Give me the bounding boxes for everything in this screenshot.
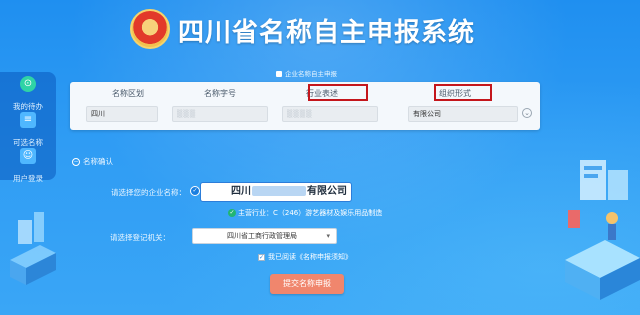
section-title: 名称确认 xyxy=(83,157,113,166)
expand-chevron-icon[interactable]: ⌄ xyxy=(522,108,532,118)
name-composition-card: 名称区划 名称字号 行业表述 组织形式 四川 ▒▒▒ ▒▒▒▒ 有限公司 ⌄ xyxy=(70,82,540,130)
annotation-highlight-org-form xyxy=(434,84,492,101)
nav-item-todo[interactable]: ⊙ 我的待办 xyxy=(0,76,56,113)
success-check-icon: ✓ xyxy=(228,209,236,217)
redacted-trade-name xyxy=(252,186,306,196)
dropdown-caret-icon: ▾ xyxy=(326,232,330,240)
agreement-checkbox-row[interactable]: ✓ 我已阅读《名称申报须知》 xyxy=(258,252,352,262)
document-icon: ≡ xyxy=(20,112,36,128)
region-field[interactable]: 四川 xyxy=(86,106,158,122)
nav-item-label: 可选名称 xyxy=(13,138,43,147)
agreement-checkbox[interactable]: ✓ xyxy=(258,253,265,261)
agreement-text: 我已阅读《名称申报须知》 xyxy=(268,253,352,261)
company-name-prefix: 四川 xyxy=(231,186,251,197)
nav-item-user-login[interactable]: ☺ 用户登录 xyxy=(0,148,56,185)
site-title: 四川省名称自主申报系统 xyxy=(178,18,476,48)
submit-name-button[interactable]: 提交名称申报 xyxy=(270,274,344,294)
nav-item-label: 我的待办 xyxy=(13,102,43,111)
isometric-illustration-right xyxy=(565,160,640,300)
authority-label: 请选择登记机关： xyxy=(110,233,170,242)
industry-text: 主营行业：C（246）游艺器材及娱乐用品制造 xyxy=(238,209,383,217)
step-indicator: 企业名称自主申报 xyxy=(276,68,337,78)
company-name-label: 请选择您的企业名称： xyxy=(111,188,186,197)
collapse-icon: − xyxy=(72,158,80,166)
step-label-text: 企业名称自主申报 xyxy=(285,70,337,78)
selected-check-icon[interactable]: ✓ xyxy=(190,186,200,196)
national-emblem-icon xyxy=(130,9,170,49)
column-header-region: 名称区划 xyxy=(112,89,144,98)
company-name-suffix: 有限公司 xyxy=(307,186,347,197)
step-dot-icon xyxy=(276,71,282,77)
header: 四川省名称自主申报系统 xyxy=(0,0,640,58)
annotation-highlight-industry xyxy=(308,84,368,101)
authority-select[interactable]: 四川省工商行政管理局 ▾ xyxy=(192,228,337,244)
company-name-option[interactable]: 四川 有限公司 xyxy=(200,182,352,202)
side-navigation: ⊙ 我的待办 ≡ 可选名称 ☺ 用户登录 xyxy=(0,72,56,183)
nav-item-label: 用户登录 xyxy=(13,174,43,183)
industry-field[interactable]: ▒▒▒▒ xyxy=(282,106,378,122)
org-form-field[interactable]: 有限公司 xyxy=(408,106,518,122)
section-confirm-header[interactable]: − 名称确认 xyxy=(72,156,113,167)
isometric-illustration-left xyxy=(10,212,56,285)
clipboard-icon: ⊙ xyxy=(20,76,36,92)
nav-item-optional-names[interactable]: ≡ 可选名称 xyxy=(0,112,56,149)
authority-selected-value: 四川省工商行政管理局 xyxy=(227,232,297,240)
main-industry-info: ✓ 主营行业：C（246）游艺器材及娱乐用品制造 xyxy=(228,208,382,218)
user-icon: ☺ xyxy=(20,148,36,164)
column-header-trade-name: 名称字号 xyxy=(204,89,236,98)
trade-name-field[interactable]: ▒▒▒ xyxy=(172,106,268,122)
